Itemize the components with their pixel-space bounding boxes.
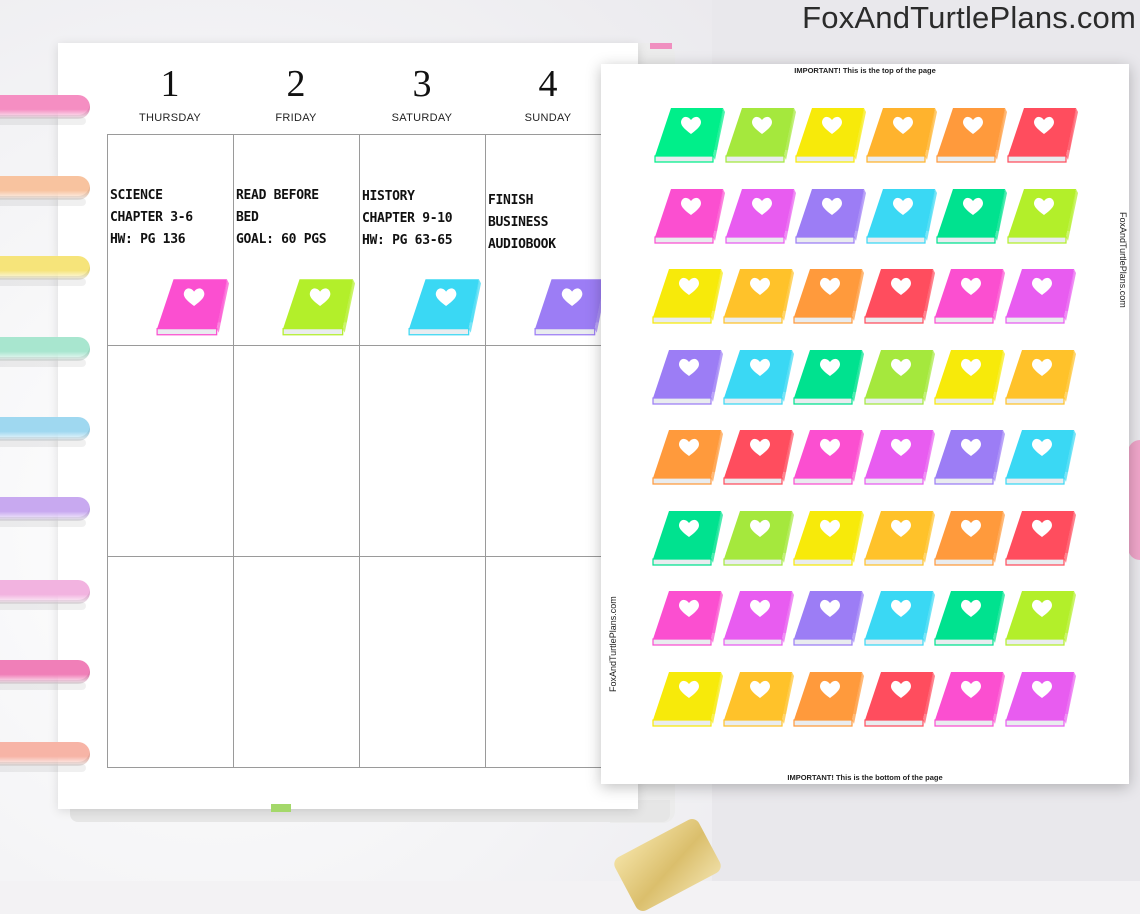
task-note: HISTORY CHAPTER 9-10 HW: PG 63-65 [362,186,453,252]
binder-ring [0,497,90,527]
sticker-book-icon [790,426,864,486]
task-note: READ BEFORE BED GOAL: 60 PGS [236,185,327,251]
sticker-book-icon [722,104,796,164]
sticker-book-icon [790,265,864,325]
sticker-book-icon [931,265,1005,325]
task-line: GOAL: 60 PGS [236,232,327,247]
sticker-book-icon [931,668,1005,728]
sheet-bottom-note: IMPORTANT! This is the bottom of the pag… [787,773,943,782]
planner-tab-green [271,804,291,812]
sticker-book-icon [790,346,864,406]
sticker-book-icon [720,265,794,325]
day-name: SATURDAY [391,112,453,124]
sticker-book-icon [933,185,1007,245]
sticker-book-icon [861,668,935,728]
day-name: FRIDAY [275,112,317,124]
day-header: 3 SATURDAY [359,62,485,124]
planner-tab-pink [650,43,672,49]
day-header: 2 FRIDAY [233,62,359,124]
sticker-book-icon [722,185,796,245]
sheet-side-text-left: FoxAndTurtlePlans.com [608,596,618,692]
task-line: HW: PG 136 [110,232,186,247]
day-number: 2 [286,63,306,105]
sticker-book-icon [931,426,1005,486]
task-line: HW: PG 63-65 [362,233,453,248]
task-line: BED [236,210,259,225]
sticker-book-icon [790,587,864,647]
day-name: THURSDAY [138,112,202,124]
day-header: 4 SUNDAY [485,62,611,124]
book-sticker [279,275,355,337]
sticker-book-icon [649,507,723,567]
sticker-book-icon [651,104,725,164]
sticker-book-icon [1004,104,1078,164]
brand-watermark: FoxAndTurtlePlans.com [802,0,1136,35]
sticker-book-icon [720,668,794,728]
binder-ring [0,256,90,286]
sticker-book-icon [649,265,723,325]
sticker-book-icon [649,668,723,728]
sticker-book-icon [861,587,935,647]
sticker-book-icon [1002,346,1076,406]
sticker-book-icon [790,507,864,567]
binder-ring [0,176,90,206]
task-line: READ BEFORE [236,188,319,203]
sticker-book-icon [1002,507,1076,567]
sticker-book-icon [649,587,723,647]
task-line: HISTORY [362,189,415,204]
sticker-book-icon [1002,668,1076,728]
sticker-book-icon [649,426,723,486]
sticker-book-icon [651,185,725,245]
sticker-book-icon [931,507,1005,567]
day-name: SUNDAY [524,112,572,124]
binder-ring [0,742,90,772]
sticker-book-icon [933,104,1007,164]
task-line: BUSINESS [488,215,549,230]
sticker-book-icon [861,346,935,406]
sticker-book-icon [861,507,935,567]
binder-ring [0,660,90,690]
task-line: CHAPTER 9-10 [362,211,453,226]
sticker-book-icon [720,587,794,647]
day-number: 1 [160,63,180,105]
sticker-book-icon [792,185,866,245]
sheet-side-text-right: FoxAndTurtlePlans.com [1118,212,1128,308]
binder-ring [0,95,90,125]
sticker-book-icon [720,507,794,567]
book-sticker [405,275,481,337]
pink-planner-edge [1128,440,1140,560]
binder-ring [0,417,90,447]
sticker-sheet: IMPORTANT! This is the top of the page I… [601,64,1129,784]
book-sticker [153,275,229,337]
sticker-book-icon [931,346,1005,406]
sticker-book-icon [649,346,723,406]
sticker-book-icon [931,587,1005,647]
day-header: 1 THURSDAY [107,62,233,124]
task-note: FINISH BUSINESS AUDIOBOOK [488,190,556,256]
task-line: CHAPTER 3-6 [110,210,193,225]
planner-page: 1 THURSDAY 2 FRIDAY 3 SATURDAY 4 SUNDAY SCIENCE… [58,43,638,809]
sticker-book-icon [863,185,937,245]
sticker-book-icon [863,104,937,164]
sticker-book-icon [790,668,864,728]
sticker-book-icon [861,426,935,486]
sticker-book-icon [720,426,794,486]
sticker-book-icon [792,104,866,164]
day-number: 3 [412,63,432,105]
sticker-book-icon [1004,185,1078,245]
task-line: FINISH [488,193,534,208]
binder-ring [0,337,90,367]
sticker-book-icon [1002,426,1076,486]
book-sticker [531,275,607,337]
task-line: AUDIOBOOK [488,237,556,252]
sheet-top-note: IMPORTANT! This is the top of the page [794,66,936,75]
binder-ring [0,580,90,610]
task-note: SCIENCE CHAPTER 3-6 HW: PG 136 [110,185,193,251]
day-number: 4 [538,63,558,105]
sticker-book-icon [1002,587,1076,647]
task-line: SCIENCE [110,188,163,203]
sticker-book-icon [720,346,794,406]
sticker-book-icon [861,265,935,325]
sticker-book-icon [1002,265,1076,325]
